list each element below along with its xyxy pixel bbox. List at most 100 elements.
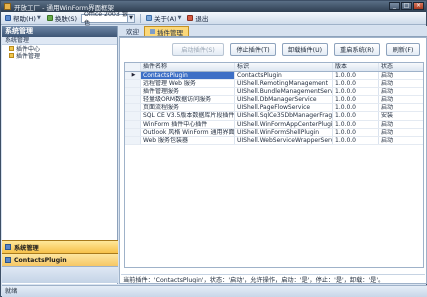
tab-label: 欢迎 <box>126 28 139 36</box>
table-row[interactable]: SQL CE V3.5版本数据库片段插件 UIShell.SqlCe35DbMan… <box>125 112 423 121</box>
close-button[interactable]: × <box>413 2 424 10</box>
cell-version[interactable]: 1.0.0.0 <box>333 88 379 96</box>
main-window: 开放工厂 - 通用WinForm界面框架 _ □ × 帮助(H) ▼ 换肤(S)… <box>0 0 427 297</box>
panel-label: 系统管理 <box>14 244 39 252</box>
settings-icon <box>5 244 11 250</box>
row-indicator[interactable]: ▶ <box>125 72 141 80</box>
table-row[interactable]: 远程管理 Web 服务 UIShell.RemotingManagement 1.0… <box>125 80 423 89</box>
cell-id[interactable]: UIShell.SqlCe35DbManagerFragment <box>235 112 333 120</box>
cell-name[interactable]: 轻量级ORM数据访问服务 <box>141 96 235 104</box>
start-plugin-button[interactable]: 启动插件(S) <box>172 42 224 56</box>
row-indicator[interactable] <box>125 80 141 88</box>
row-indicator[interactable] <box>125 136 141 144</box>
cell-name[interactable]: 页面流程服务 <box>141 104 235 112</box>
cell-name[interactable]: SQL CE V3.5版本数据库片段插件 <box>141 112 235 120</box>
row-indicator[interactable] <box>125 120 141 128</box>
tab-plugin-management[interactable]: 插件管理 <box>144 26 189 37</box>
sidebar-footer <box>2 266 118 283</box>
cell-state[interactable]: 安装 <box>379 112 423 119</box>
cell-id[interactable]: ContactsPlugin <box>235 72 333 80</box>
cell-name[interactable]: WinForm 插件中心插件 <box>141 120 235 128</box>
row-indicator[interactable] <box>125 112 141 120</box>
table-row[interactable]: Web 服务包装器 UIShell.WebServiceWrapperServic… <box>125 136 423 145</box>
cell-state[interactable]: 启动 <box>379 96 423 103</box>
row-indicator[interactable] <box>125 104 141 112</box>
column-header-name[interactable]: 插件名称 <box>141 63 235 71</box>
sidebar-panels: 系统管理 ContactsPlugin <box>2 240 118 283</box>
table-row[interactable]: 页面流程服务 UIShell.PageFlowService 1.0.0.0 启动 <box>125 104 423 113</box>
cell-name[interactable]: Outlook 风格 WinForm 通用界面框架... <box>141 128 235 136</box>
table-row[interactable]: 轻量级ORM数据访问服务 UIShell.DbManagerService 1.0.… <box>125 96 423 105</box>
table-row[interactable]: ▶ ContactsPlugin ContactsPlugin 1.0.0.0 启动 <box>125 72 423 81</box>
help-menu-label: 帮助(H) <box>13 15 36 23</box>
chevron-down-icon: ▼ <box>177 15 182 21</box>
cell-id[interactable]: UIShell.PageFlowService <box>235 104 333 112</box>
cell-version[interactable]: 1.0.0.0 <box>333 128 379 136</box>
table-row[interactable]: Outlook 风格 WinForm 通用界面框架...UIShell.WinF… <box>125 128 423 137</box>
theme-select[interactable]: Office 2003 银色 ▼ <box>81 11 136 27</box>
grid-body: ▶ ContactsPlugin ContactsPlugin 1.0.0.0 启动 远程… <box>125 72 423 145</box>
action-button-row: 启动插件(S) 停止插件(T) 卸载插件(U) 重启系统(R) 刷新(F) <box>120 38 426 60</box>
maximize-button[interactable]: □ <box>401 2 412 10</box>
cell-id[interactable]: UIShell.BundleManagementService <box>235 88 333 96</box>
stop-plugin-button[interactable]: 停止插件(T) <box>230 42 276 56</box>
cell-id[interactable]: UIShell.WebServiceWrapperService <box>235 136 333 144</box>
column-header-state[interactable]: 状态 <box>379 63 423 71</box>
cell-version[interactable]: 1.0.0.0 <box>333 136 379 144</box>
cell-name[interactable]: ContactsPlugin <box>141 72 235 80</box>
column-header-version[interactable]: 版本 <box>333 63 379 71</box>
title-bar: 开放工厂 - 通用WinForm界面框架 _ □ × <box>1 1 426 12</box>
cell-id[interactable]: UIShell.WinFormShellPlugin <box>235 128 333 136</box>
cell-version[interactable]: 1.0.0.0 <box>333 112 379 120</box>
cell-version[interactable]: 1.0.0.0 <box>333 96 379 104</box>
about-label: 关于(A) <box>154 15 177 23</box>
folder-icon <box>9 53 14 58</box>
main-area: 欢迎 插件管理 启动插件(S) 停止插件(T) 卸载插件(U) 重启系统(R) … <box>119 26 427 284</box>
panel-label: ContactsPlugin <box>14 256 67 264</box>
column-header-id[interactable]: 标识 <box>235 63 333 71</box>
sidebar-item-plugin-management[interactable]: 插件管理 <box>2 52 117 60</box>
about-button[interactable]: 关于(A) ▼ <box>144 13 183 23</box>
minimize-button[interactable]: _ <box>389 2 400 10</box>
help-menu-button[interactable]: 帮助(H) ▼ <box>3 13 43 23</box>
status-bar: 就绪 <box>2 285 427 297</box>
tab-welcome[interactable]: 欢迎 <box>121 26 144 36</box>
panel-system-management[interactable]: 系统管理 <box>2 240 118 253</box>
row-indicator[interactable] <box>125 96 141 104</box>
folder-icon <box>9 46 14 51</box>
cell-name[interactable]: 插件管理服务 <box>141 88 235 96</box>
row-indicator[interactable] <box>125 88 141 96</box>
table-row[interactable]: 插件管理服务 UIShell.BundleManagementService 1.0… <box>125 88 423 97</box>
cell-version[interactable]: 1.0.0.0 <box>333 72 379 80</box>
refresh-button[interactable]: 刷新(F) <box>386 42 420 56</box>
restart-system-button[interactable]: 重启系统(R) <box>334 42 380 56</box>
panel-contacts-plugin[interactable]: ContactsPlugin <box>2 253 118 266</box>
cell-id[interactable]: UIShell.WinFormAppCenterPlugin <box>235 120 333 128</box>
table-row[interactable]: WinForm 插件中心插件 UIShell.WinFormAppCenterPl… <box>125 120 423 129</box>
cell-state[interactable]: 启动 <box>379 80 423 87</box>
contacts-icon <box>5 257 11 263</box>
exit-button[interactable]: 退出 <box>185 13 210 23</box>
cell-state[interactable]: 启动 <box>379 72 423 79</box>
cell-state[interactable]: 启动 <box>379 129 423 136</box>
cell-id[interactable]: UIShell.RemotingManagement <box>235 80 333 88</box>
cell-name[interactable]: Web 服务包装器 <box>141 136 235 144</box>
plugin-status-line: 当前插件：'ContactsPlugin'，状态：'启动'，允许操作，启动：'是… <box>121 274 425 283</box>
cell-version[interactable]: 1.0.0.0 <box>333 120 379 128</box>
cell-state[interactable]: 启动 <box>379 88 423 95</box>
plugin-grid: 插件名称 标识 版本 状态 ▶ ContactsPlugin ContactsPlu… <box>124 62 424 268</box>
unload-plugin-button[interactable]: 卸载插件(U) <box>282 42 328 56</box>
cell-version[interactable]: 1.0.0.0 <box>333 80 379 88</box>
cell-state[interactable]: 启动 <box>379 121 423 128</box>
theme-menu-button[interactable]: 换肤(S) <box>45 13 79 23</box>
chevron-down-icon[interactable]: ▼ <box>127 14 135 22</box>
cell-version[interactable]: 1.0.0.0 <box>333 104 379 112</box>
cell-name[interactable]: 远程管理 Web 服务 <box>141 80 235 88</box>
cell-state[interactable]: 启动 <box>379 104 423 111</box>
theme-menu-label: 换肤(S) <box>54 15 78 23</box>
sidebar-header: 系统管理 <box>2 26 117 37</box>
row-indicator[interactable] <box>125 128 141 136</box>
cell-id[interactable]: UIShell.DbManagerService <box>235 96 333 104</box>
chevron-down-icon: ▼ <box>36 15 41 21</box>
cell-state[interactable]: 启动 <box>379 137 423 144</box>
